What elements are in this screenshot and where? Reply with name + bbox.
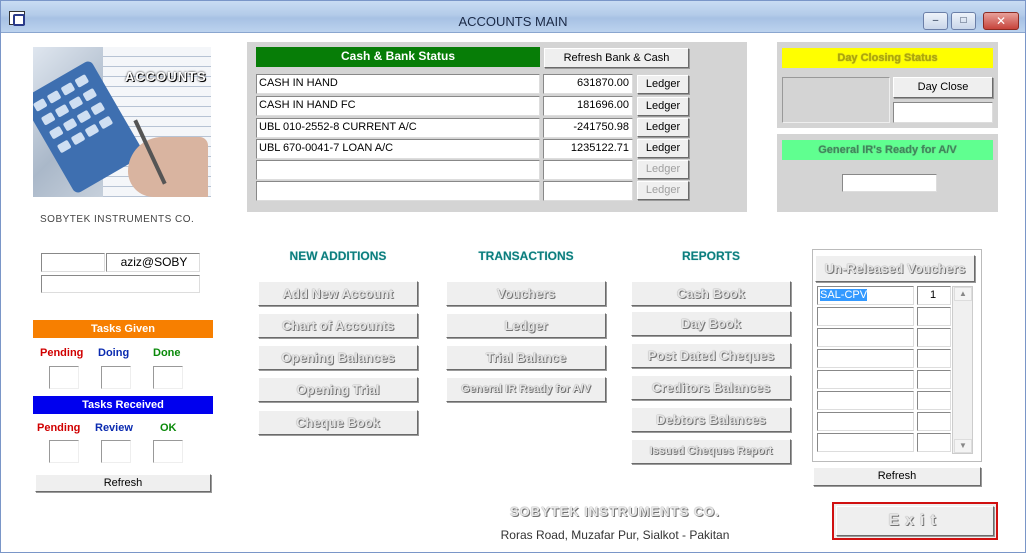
chart-of-accounts-button[interactable]: Chart of Accounts xyxy=(258,313,418,338)
issued-cheques-report-button[interactable]: Issued Cheques Report xyxy=(631,439,791,464)
cash-row-3-name: UBL 010-2552-8 CURRENT A/C xyxy=(256,118,540,138)
cash-row-1-amount: 631870.00 xyxy=(543,74,633,94)
maximize-button[interactable]: □ xyxy=(951,12,976,30)
transactions-title: TRANSACTIONS xyxy=(478,249,574,263)
logo-word: ACCOUNTS xyxy=(125,69,207,84)
general-ir-value[interactable] xyxy=(842,174,937,192)
tasks-received-ok-label: OK xyxy=(160,422,177,434)
company-name-small: SOBYTEK INSTRUMENTS CO. xyxy=(40,214,195,225)
day-close-value[interactable] xyxy=(893,102,993,123)
day-closing-status-box xyxy=(782,77,890,123)
tasks-given-done-count[interactable] xyxy=(153,366,183,389)
unreleased-row-3-count[interactable] xyxy=(917,328,951,347)
tasks-refresh-button[interactable]: Refresh xyxy=(35,474,211,492)
cash-row-4-name: UBL 670-0041-7 LOAN A/C xyxy=(256,139,540,159)
scroll-down-arrow-icon[interactable]: ▼ xyxy=(954,439,972,453)
tasks-given-header: Tasks Given xyxy=(33,320,213,338)
accounts-logo-image: ACCOUNTS xyxy=(33,47,211,197)
tasks-received-ok-count[interactable] xyxy=(153,440,183,463)
user-note-field[interactable] xyxy=(41,275,200,293)
window-title: ACCOUNTS MAIN xyxy=(458,14,568,29)
unreleased-row-8-count[interactable] xyxy=(917,433,951,452)
general-ir-ready-button[interactable]: General IR Ready for A/V xyxy=(446,377,606,402)
cash-bank-header: Cash & Bank Status xyxy=(256,47,540,67)
unreleased-row-1-type[interactable]: SAL-CPV xyxy=(817,286,914,305)
close-button[interactable]: ✕ xyxy=(983,12,1019,30)
scroll-up-arrow-icon[interactable]: ▲ xyxy=(954,287,972,301)
cash-row-3-ledger-button[interactable]: Ledger xyxy=(637,118,689,137)
cash-row-4-ledger-button[interactable]: Ledger xyxy=(637,139,689,158)
unreleased-row-1-count[interactable]: 1 xyxy=(917,286,951,305)
unreleased-scrollbar[interactable]: ▲ ▼ xyxy=(952,286,973,454)
hand-icon xyxy=(128,137,208,197)
unreleased-row-3-type[interactable] xyxy=(817,328,914,347)
title-bar[interactable]: ACCOUNTS MAIN – □ ✕ xyxy=(1,1,1025,33)
unreleased-row-6-type[interactable] xyxy=(817,391,914,410)
cash-row-5-name xyxy=(256,160,540,180)
post-dated-cheques-button[interactable]: Post Dated Cheques xyxy=(631,343,791,368)
cash-row-1-ledger-button[interactable]: Ledger xyxy=(637,75,689,94)
tasks-received-review-label: Review xyxy=(95,422,133,434)
trial-balance-button[interactable]: Trial Balance xyxy=(446,345,606,370)
tasks-given-doing-count[interactable] xyxy=(101,366,131,389)
unreleased-row-7-type[interactable] xyxy=(817,412,914,431)
unreleased-row-6-count[interactable] xyxy=(917,391,951,410)
unreleased-row-2-count[interactable] xyxy=(917,307,951,326)
cash-row-6-amount xyxy=(543,181,633,201)
tasks-received-review-count[interactable] xyxy=(101,440,131,463)
unreleased-row-4-count[interactable] xyxy=(917,349,951,368)
opening-balances-button[interactable]: Opening Balances xyxy=(258,345,418,370)
unreleased-row-4-type[interactable] xyxy=(817,349,914,368)
cash-book-button[interactable]: Cash Book xyxy=(631,281,791,306)
cash-row-4-amount: 1235122.71 xyxy=(543,139,633,159)
general-ir-header: General IR's Ready for A/V xyxy=(782,140,993,160)
footer-address: Roras Road, Muzafar Pur, Sialkot - Pakit… xyxy=(500,528,730,542)
cheque-book-button[interactable]: Cheque Book xyxy=(258,410,418,435)
day-close-button[interactable]: Day Close xyxy=(893,77,993,98)
cash-row-6-ledger-button[interactable]: Ledger xyxy=(637,181,689,200)
cash-row-6-name xyxy=(256,181,540,201)
vouchers-button[interactable]: Vouchers xyxy=(446,281,606,306)
reports-title: REPORTS xyxy=(681,249,740,263)
ledger-button[interactable]: Ledger xyxy=(446,313,606,338)
opening-trial-button[interactable]: Opening Trial xyxy=(258,377,418,402)
add-new-account-button[interactable]: Add New Account xyxy=(258,281,418,306)
unreleased-refresh-button[interactable]: Refresh xyxy=(813,467,981,486)
unreleased-row-5-type[interactable] xyxy=(817,370,914,389)
tasks-received-pending-label: Pending xyxy=(37,422,81,434)
creditors-balances-button[interactable]: Creditors Balances xyxy=(631,375,791,400)
cash-row-5-amount xyxy=(543,160,633,180)
tasks-given-pending-label: Pending xyxy=(40,347,84,359)
cash-row-1-name: CASH IN HAND xyxy=(256,74,540,94)
tasks-given-pending-count[interactable] xyxy=(49,366,79,389)
cash-row-5-ledger-button[interactable]: Ledger xyxy=(637,160,689,179)
tasks-given-done-label: Done xyxy=(153,347,181,359)
cash-row-2-amount: 181696.00 xyxy=(543,96,633,116)
unreleased-row-2-type[interactable] xyxy=(817,307,914,326)
user-name-field[interactable]: aziz@SOBY xyxy=(106,253,200,272)
unreleased-row-7-count[interactable] xyxy=(917,412,951,431)
unreleased-row-5-count[interactable] xyxy=(917,370,951,389)
tasks-received-header: Tasks Received xyxy=(33,396,213,414)
exit-button[interactable]: Exit xyxy=(836,506,994,536)
unreleased-row-1-type-text: SAL-CPV xyxy=(820,289,868,301)
tasks-received-pending-count[interactable] xyxy=(49,440,79,463)
day-book-button[interactable]: Day Book xyxy=(631,311,791,336)
unreleased-vouchers-button[interactable]: Un-Released Vouchers xyxy=(815,255,975,282)
cash-row-2-name: CASH IN HAND FC xyxy=(256,96,540,116)
debtors-balances-button[interactable]: Debtors Balances xyxy=(631,407,791,432)
minimize-button[interactable]: – xyxy=(923,12,948,30)
day-closing-header: Day Closing Status xyxy=(782,48,993,68)
cash-row-2-ledger-button[interactable]: Ledger xyxy=(637,97,689,116)
refresh-bank-cash-button[interactable]: Refresh Bank & Cash xyxy=(544,48,689,68)
new-additions-title: NEW ADDITIONS xyxy=(289,249,387,263)
user-code-field[interactable] xyxy=(41,253,105,272)
unreleased-row-8-type[interactable] xyxy=(817,433,914,452)
exit-button-frame: Exit xyxy=(832,502,998,540)
tasks-given-doing-label: Doing xyxy=(98,347,130,359)
cash-row-3-amount: -241750.98 xyxy=(543,118,633,138)
footer-company-name: SOBYTEK INSTRUMENTS CO. xyxy=(509,504,721,519)
